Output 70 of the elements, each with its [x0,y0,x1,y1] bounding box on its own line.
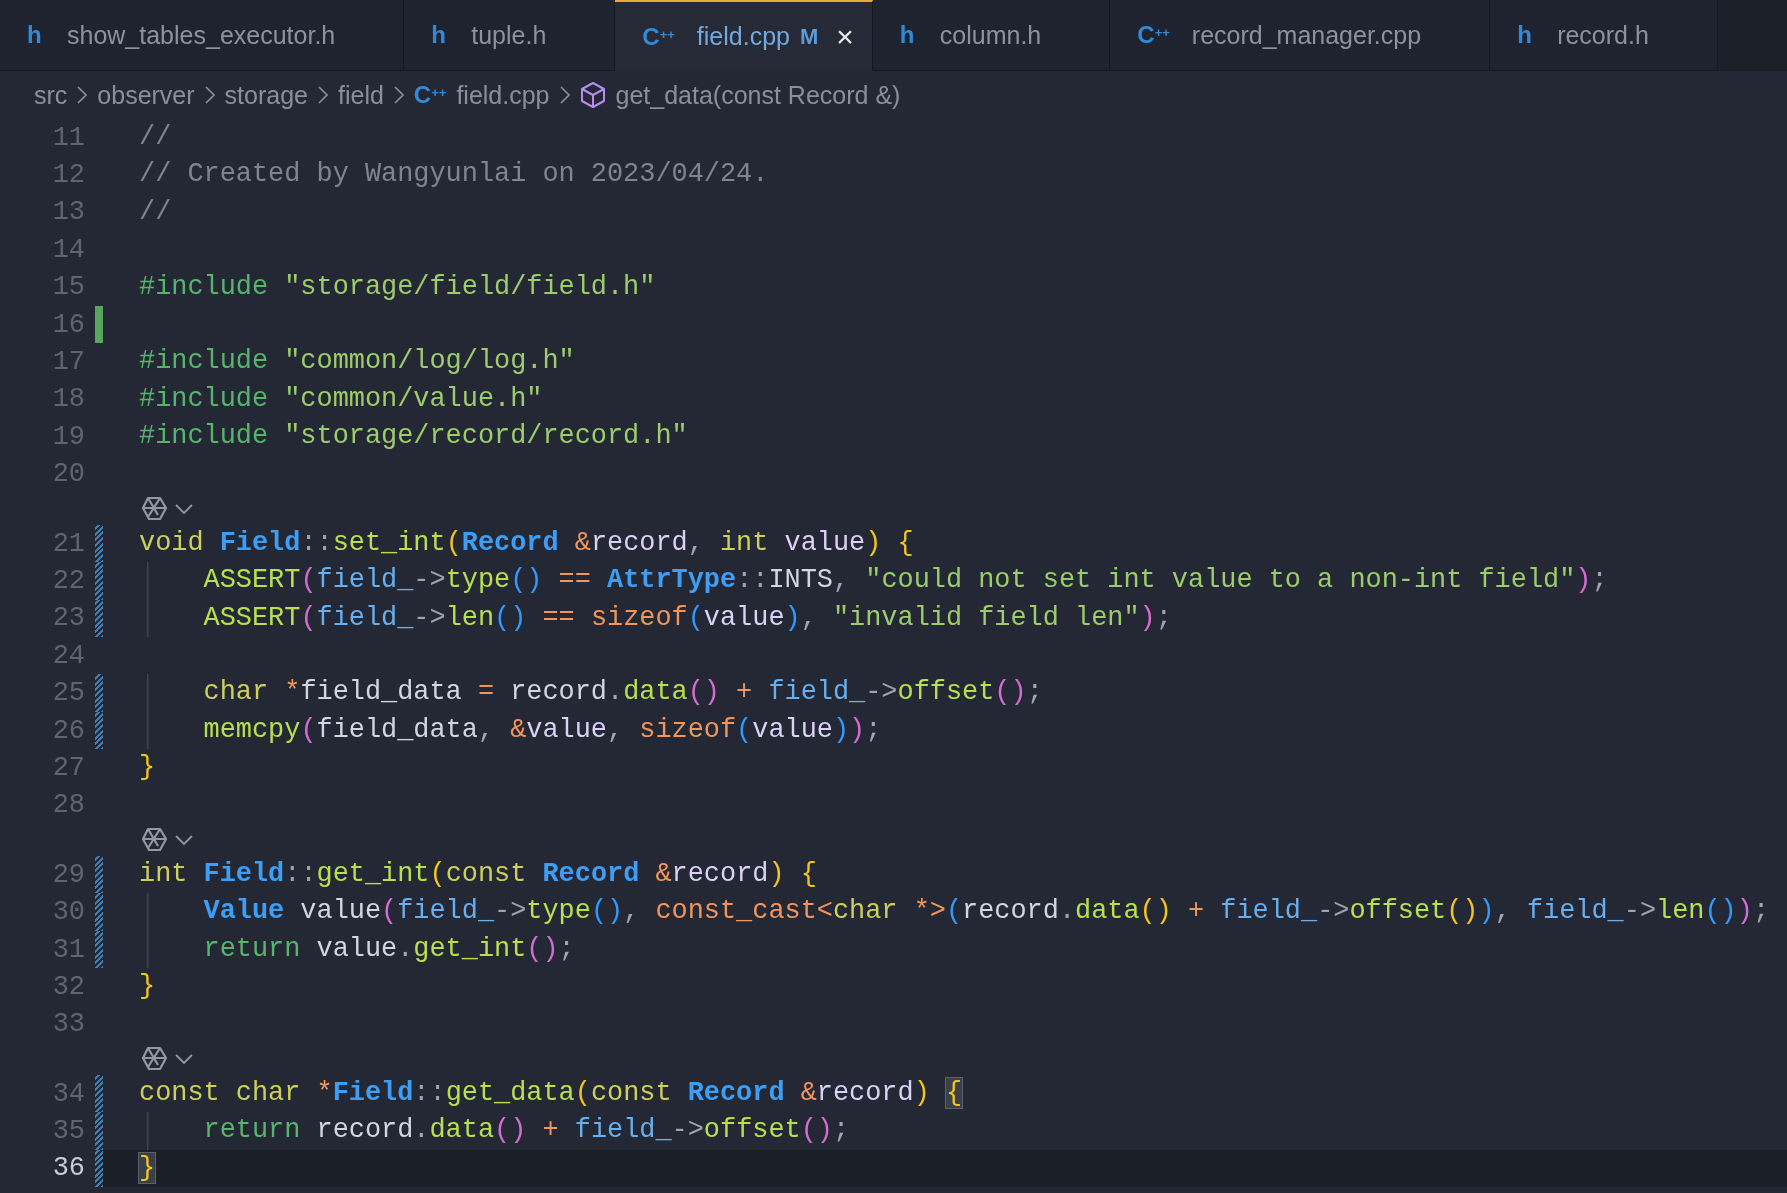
line-number: 11 [51,122,85,153]
line-number: 33 [51,1009,85,1040]
code-line: #include "storage/field/field.h" [139,270,656,304]
line-number: 17 [51,347,85,378]
line-number: 25 [51,678,85,709]
code-line: // Created by Wangyunlai on 2023/04/24. [139,158,769,192]
line-number: 29 [51,859,85,890]
editor-tab[interactable]: h record.h [1490,0,1718,71]
code-line: // [139,121,172,154]
chevron-right-icon [393,86,404,104]
line-number: 14 [51,234,85,265]
line-number: 28 [51,790,85,821]
code-line: const char *Field::get_data(const Record &record) { [139,1076,963,1110]
breadcrumb-item[interactable]: observer [97,80,195,110]
line-number: 13 [51,197,85,228]
line-number: 35 [51,1116,85,1147]
line-number: 31 [51,934,85,965]
line-number: 24 [51,640,85,671]
breadcrumb-item[interactable]: field.cpp [456,80,550,110]
file-type-icon: h [1517,21,1536,49]
modified-label: M [799,23,819,50]
code-line: #include "common/log/log.h" [139,345,575,379]
code-line: void Field::set_int(Record &record, int value) { [139,526,914,560]
line-number: 22 [51,566,85,596]
line-number: 32 [51,971,85,1002]
breadcrumb-item[interactable]: get_data(const Record &) [615,80,901,110]
line-number: 12 [51,160,85,191]
file-type-icon: C$^{++}$ [1137,21,1170,49]
file-type-icon: C$^{++}$ [642,22,675,51]
chevron-right-icon [77,86,88,104]
code-line: #include "storage/record/record.h" [139,420,688,454]
line-number: 20 [51,459,85,490]
line-number: 15 [51,272,85,303]
line-number: 36 [51,1153,85,1184]
breadcrumb-item[interactable]: src [34,80,68,110]
editor-tab[interactable]: h show_tables_executor.h [0,0,405,71]
chevron-right-icon [204,86,215,104]
knot-icon[interactable] [140,494,170,523]
line-number: 34 [51,1078,85,1109]
code-line: } [139,751,156,785]
line-number: 23 [51,603,85,634]
chevron-right-icon [318,86,328,104]
line-number: 18 [51,384,85,415]
file-type-icon: h [431,21,450,49]
close-button[interactable]: × [832,21,858,52]
line-number: 19 [51,421,85,452]
line-number: 27 [51,752,85,783]
line-number: 21 [51,528,85,559]
cpp-file-icon: C$^{++}$ [413,81,447,109]
chevron-down-icon[interactable] [174,1053,194,1065]
line-number: 16 [51,309,85,340]
editor-tab[interactable]: C$^{++}$ field.cpp M × [615,0,873,71]
editor-tab[interactable]: C$^{++}$ record_manager.cpp [1110,0,1491,71]
editor-tab[interactable]: h column.h [872,0,1111,71]
chevron-down-icon[interactable] [174,834,194,847]
code-line: #include "common/value.h" [139,382,543,416]
file-type-icon: h [27,21,45,49]
code-line: int Field::get_int(const Record &record) { [139,858,817,892]
chevron-down-icon[interactable] [174,502,194,515]
knot-icon[interactable] [140,1045,170,1073]
line-number: 26 [51,715,85,746]
file-type-icon: h [899,21,918,49]
chevron-right-icon [559,86,570,104]
code-line: } [139,970,156,1004]
breadcrumb-item[interactable]: storage [224,80,308,110]
line-number: 30 [51,897,85,928]
cube-icon [579,81,606,109]
breadcrumb-item[interactable]: field [338,80,384,110]
editor-tab[interactable]: h tuple.h [404,0,616,71]
code-line: // [139,195,172,229]
